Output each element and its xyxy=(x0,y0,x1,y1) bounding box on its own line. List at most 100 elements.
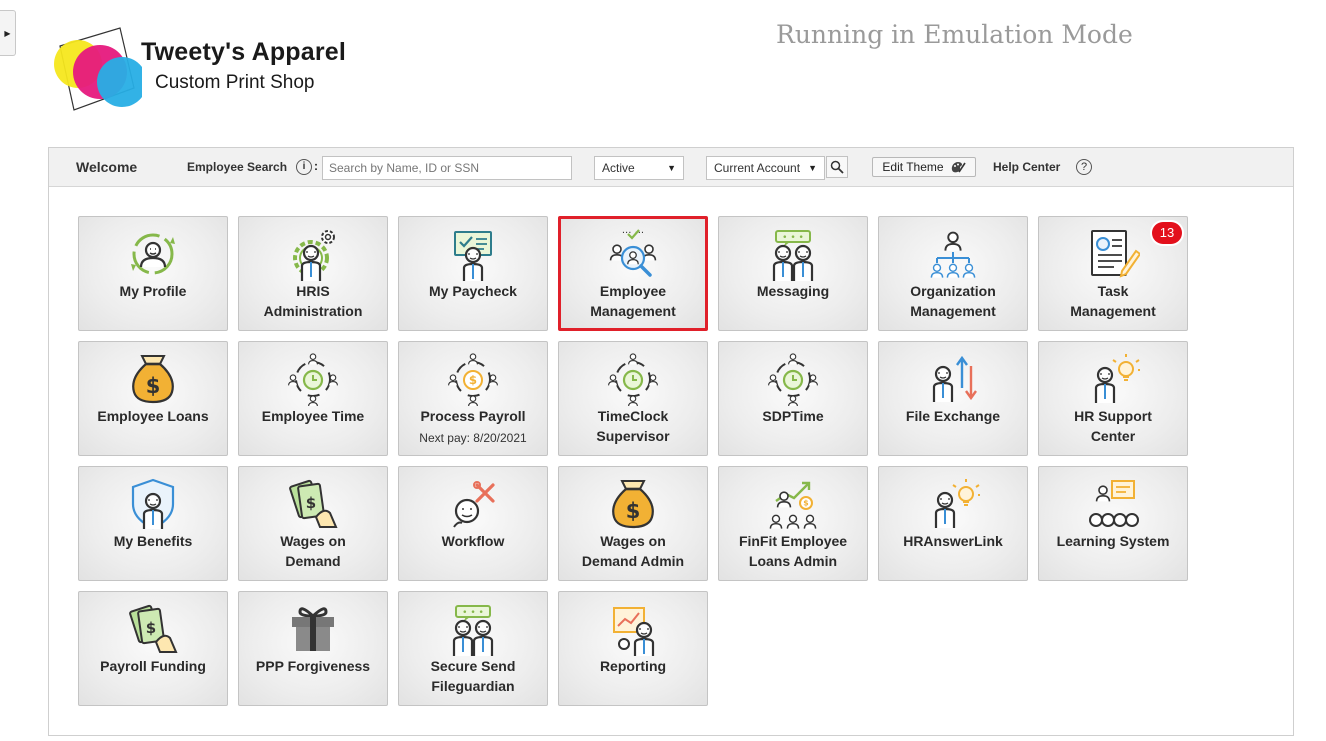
welcome-tab[interactable]: Welcome xyxy=(76,159,137,175)
tile-label: Task Management xyxy=(1070,283,1156,319)
tile-label: SDPTime xyxy=(762,408,824,424)
svg-text:• • •: • • • xyxy=(462,608,484,618)
tile-label: Learning System xyxy=(1056,533,1170,549)
tile-workflow[interactable]: Workflow xyxy=(398,466,548,581)
idea-person-icon xyxy=(926,477,981,531)
search-label-colon: : xyxy=(314,159,318,173)
task-document-icon xyxy=(1086,227,1142,281)
clock-team-icon xyxy=(606,352,660,407)
tile-employee-management[interactable]: ··· ··· Employee Management xyxy=(558,216,708,331)
employee-management-icon: ··· ··· xyxy=(606,227,660,281)
edit-theme-button[interactable]: Edit Theme xyxy=(872,157,976,177)
tile-my-profile[interactable]: My Profile xyxy=(78,216,228,331)
info-icon[interactable]: i xyxy=(296,159,312,175)
tile-my-benefits[interactable]: My Benefits xyxy=(78,466,228,581)
tile-task-management[interactable]: Task Management 13 xyxy=(1038,216,1188,331)
tile-messaging[interactable]: • • • Messaging xyxy=(718,216,868,331)
money-bag-icon: $ xyxy=(126,352,180,406)
tile-label: Organization Management xyxy=(910,283,996,319)
svg-text:• • •: • • • xyxy=(782,233,804,243)
clock-team-icon xyxy=(766,352,820,407)
tile-label: My Paycheck xyxy=(429,283,517,299)
tile-label: PPP Forgiveness xyxy=(255,658,371,674)
tile-learning-system[interactable]: Learning System xyxy=(1038,466,1188,581)
shield-person-icon xyxy=(126,477,180,531)
company-logo: Tweety's Apparel Custom Print Shop xyxy=(52,24,372,118)
tile-label: Workflow xyxy=(441,533,505,549)
tile-label: Secure Send Fileguardian xyxy=(430,658,516,694)
dollar-team-icon: $ xyxy=(446,352,500,407)
notification-count-badge: 13 xyxy=(1152,222,1182,244)
tile-my-paycheck[interactable]: My Paycheck xyxy=(398,216,548,331)
sidebar-toggle[interactable]: ▶ xyxy=(0,10,16,56)
tile-hris-administration[interactable]: HRIS Administration xyxy=(238,216,388,331)
tile-label: File Exchange xyxy=(905,408,1001,424)
tile-label: Employee Management xyxy=(590,283,676,319)
tile-hranswerlink[interactable]: HRAnswerLink xyxy=(878,466,1028,581)
svg-text:$: $ xyxy=(146,619,156,637)
file-exchange-icon xyxy=(926,352,980,406)
tile-hr-support-center[interactable]: HR Support Center xyxy=(1038,341,1188,456)
tile-label: My Benefits xyxy=(113,533,193,549)
dashboard-panel: Welcome Employee Search i : Active ▼ Cur… xyxy=(48,147,1294,736)
report-chart-icon xyxy=(606,602,660,658)
tile-finfit-employee-loans-admin[interactable]: $ FinFit Employee Loans Admin xyxy=(718,466,868,581)
tile-sdptime[interactable]: SDPTime xyxy=(718,341,868,456)
search-icon xyxy=(830,160,844,174)
presentation-icon xyxy=(1086,477,1140,531)
svg-text:$: $ xyxy=(146,374,161,398)
search-button[interactable] xyxy=(826,156,848,178)
tile-label: Reporting xyxy=(599,658,667,674)
tile-label: HR Support Center xyxy=(1074,408,1152,444)
brand-name: Tweety's Apparel xyxy=(141,38,347,66)
logo-graphic xyxy=(54,27,142,111)
paycheck-icon xyxy=(446,227,500,283)
svg-text:$: $ xyxy=(469,373,477,387)
tile-label: Messaging xyxy=(756,283,830,299)
status-select-value: Active xyxy=(602,161,635,175)
tile-payroll-funding[interactable]: $ Payroll Funding xyxy=(78,591,228,706)
help-center-link[interactable]: Help Center xyxy=(993,160,1060,174)
tile-reporting[interactable]: Reporting xyxy=(558,591,708,706)
tile-file-exchange[interactable]: File Exchange xyxy=(878,341,1028,456)
tile-label: HRIS Administration xyxy=(263,283,363,319)
cash-hand-icon: $ xyxy=(126,602,180,656)
tile-label: HRAnswerLink xyxy=(903,533,1003,549)
tile-secure-send-fileguardian[interactable]: • • • Secure Send Fileguardian xyxy=(398,591,548,706)
brand-tagline: Custom Print Shop xyxy=(155,72,315,93)
messaging-icon: • • • xyxy=(446,602,500,656)
cash-hand-icon: $ xyxy=(286,477,340,531)
help-icon[interactable]: ? xyxy=(1076,159,1092,175)
tile-label: Wages on Demand Admin xyxy=(581,533,685,569)
tile-wages-on-demand-admin[interactable]: $ Wages on Demand Admin xyxy=(558,466,708,581)
tile-label: TimeClock Supervisor xyxy=(596,408,670,444)
tile-timeclock-supervisor[interactable]: TimeClock Supervisor xyxy=(558,341,708,456)
status-select[interactable]: Active ▼ xyxy=(594,156,684,180)
edit-theme-label: Edit Theme xyxy=(882,160,944,174)
tile-label: Wages on Demand xyxy=(280,533,346,569)
growth-team-icon: $ xyxy=(766,477,820,531)
tile-organization-management[interactable]: Organization Management xyxy=(878,216,1028,331)
workflow-tools-icon xyxy=(446,477,500,531)
tile-employee-loans[interactable]: $ Employee Loans xyxy=(78,341,228,456)
tile-label: Employee Time xyxy=(261,408,365,424)
svg-text:$: $ xyxy=(626,499,641,523)
tile-wages-on-demand[interactable]: $ Wages on Demand xyxy=(238,466,388,581)
account-select[interactable]: Current Account ▼ xyxy=(706,156,825,180)
employee-search-label: Employee Search xyxy=(187,160,288,174)
profile-icon xyxy=(126,227,180,281)
clock-team-icon xyxy=(286,352,340,407)
account-select-value: Current Account xyxy=(714,161,801,175)
tile-ppp-forgiveness[interactable]: PPP Forgiveness xyxy=(238,591,388,706)
tile-label: Employee Loans xyxy=(97,408,209,424)
palette-brush-icon xyxy=(951,162,966,173)
svg-text:$: $ xyxy=(803,499,808,508)
chevron-down-icon: ▼ xyxy=(667,163,676,173)
tile-process-payroll[interactable]: $ Process Payroll Next pay: 8/20/2021 xyxy=(398,341,548,456)
svg-text:$: $ xyxy=(306,494,316,512)
tile-label: Payroll Funding xyxy=(100,658,206,674)
chevron-down-icon: ▼ xyxy=(808,163,817,173)
employee-search-input[interactable] xyxy=(322,156,572,180)
idea-person-icon xyxy=(1086,352,1141,406)
tile-employee-time[interactable]: Employee Time xyxy=(238,341,388,456)
